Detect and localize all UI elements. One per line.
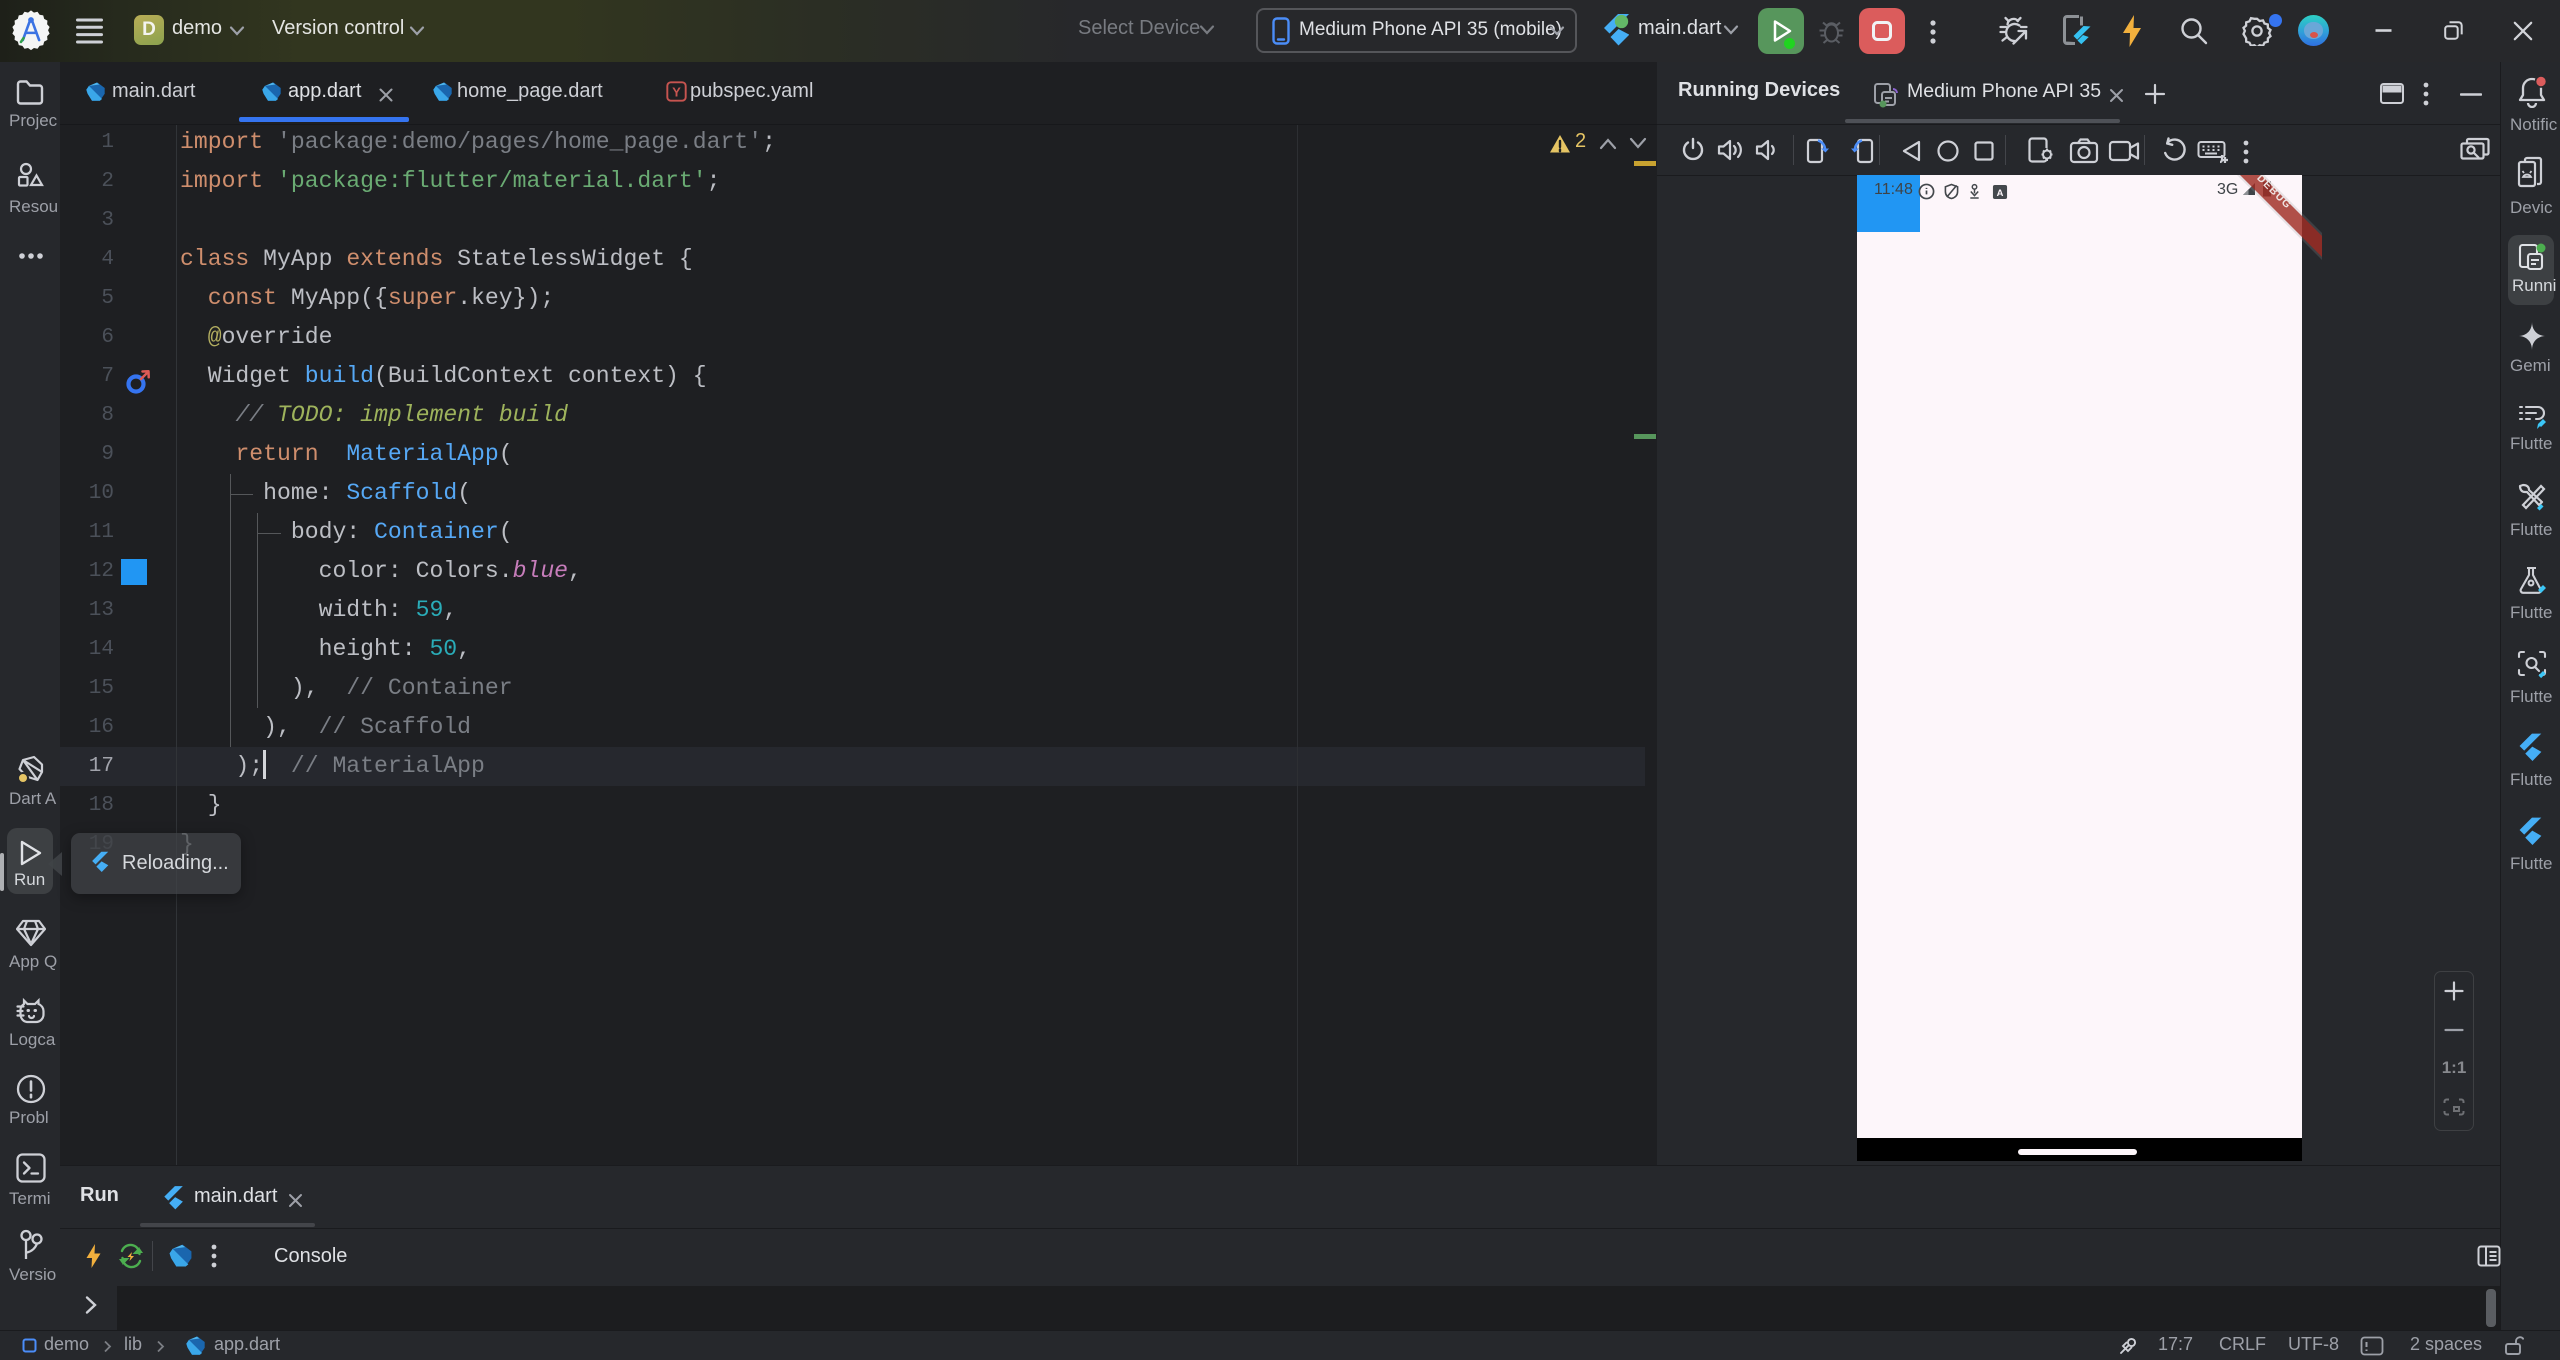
svg-text:Y: Y — [672, 84, 681, 99]
svg-text:A: A — [1997, 187, 2004, 198]
